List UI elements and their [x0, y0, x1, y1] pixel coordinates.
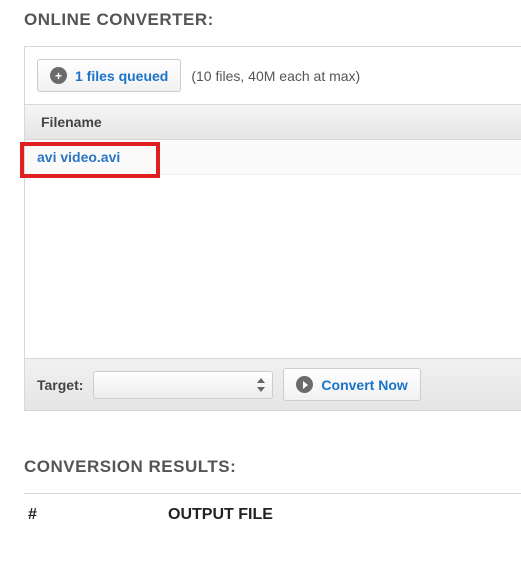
plus-icon: + [50, 67, 67, 84]
results-col-num: # [28, 506, 168, 524]
converter-panel-wrap: + 1 files queued (10 files, 40M each at … [24, 46, 521, 411]
results-header-row: # OUTPUT FILE [24, 493, 521, 534]
target-label: Target: [37, 377, 83, 393]
converter-section: ONLINE CONVERTER: + 1 files queued (10 f… [24, 10, 521, 411]
results-col-output: OUTPUT FILE [168, 506, 273, 524]
arrow-right-icon [296, 376, 313, 393]
file-list: avi video.avi [25, 140, 521, 358]
queue-hint: (10 files, 40M each at max) [191, 68, 360, 84]
results-title: CONVERSION RESULTS: [24, 457, 521, 477]
toolbar: + 1 files queued (10 files, 40M each at … [25, 47, 521, 104]
files-queued-label: 1 files queued [75, 68, 168, 84]
filename-header: Filename [25, 104, 521, 140]
target-select[interactable] [93, 371, 273, 399]
converter-panel: + 1 files queued (10 files, 40M each at … [24, 46, 521, 411]
converter-title: ONLINE CONVERTER: [24, 10, 521, 30]
convert-now-button[interactable]: Convert Now [283, 368, 420, 401]
convert-now-label: Convert Now [321, 377, 407, 393]
select-arrows-icon [256, 377, 266, 393]
footer-bar: Target: [25, 358, 521, 410]
file-row[interactable]: avi video.avi [25, 140, 521, 175]
file-name: avi video.avi [37, 149, 120, 165]
files-queued-button[interactable]: + 1 files queued [37, 59, 181, 92]
results-section: CONVERSION RESULTS: # OUTPUT FILE [24, 457, 521, 534]
